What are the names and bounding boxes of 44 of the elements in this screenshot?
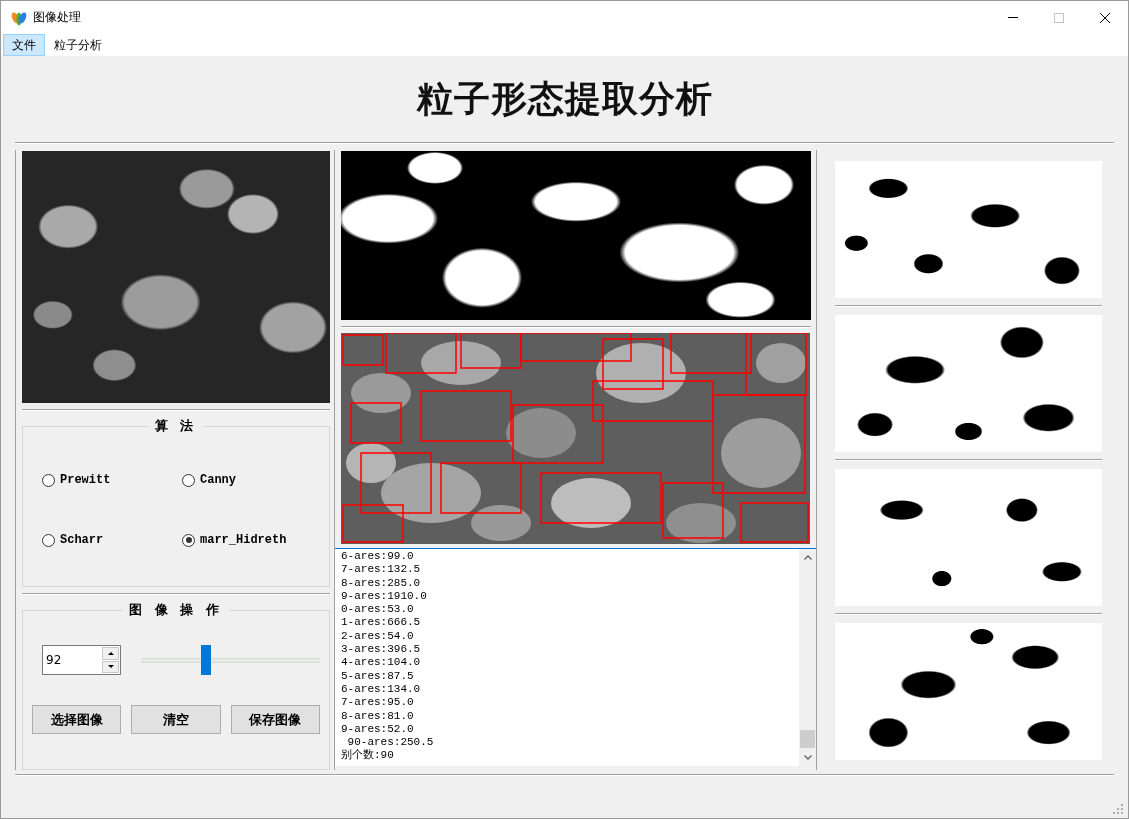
resize-grip-icon[interactable] [1112,803,1124,815]
action-button[interactable]: 保存图像 [230,705,320,734]
log-line: 0-ares:53.0 [341,603,414,617]
log-line: 1-ares:666.5 [341,616,421,630]
petals-icon [11,9,27,26]
log-line: 7-ares:132.5 [341,563,421,577]
spin-up-button[interactable] [102,647,120,660]
spin-box[interactable]: 92 [42,645,122,675]
action-button[interactable]: 清空 [131,705,221,734]
log-line: 4-ares:104.0 [341,656,421,670]
log-line: 6-ares:99.0 [341,550,414,564]
menu-item[interactable]: 文件 [3,34,45,56]
action-button[interactable]: 选择图像 [32,705,122,734]
log-line: 5-ares:87.5 [341,669,414,683]
up-caret-icon [107,651,114,655]
log-line: 8-ares:81.0 [341,709,414,723]
page-heading: 粒子形态提取分析 [416,75,713,121]
log-line: 9-ares:1910.0 [341,589,427,604]
group-title: 图 像 操 作 [128,601,224,619]
up-chevron-icon [803,555,812,560]
close-icon [1100,12,1110,23]
algorithm-option[interactable]: Scharr [42,533,104,547]
minimize-icon [1008,17,1018,18]
down-caret-icon [107,665,114,669]
scrollbar-thumb[interactable] [800,730,815,748]
log-line: 90-ares:250.5 [346,736,434,749]
log-line: 6-ares:134.0 [341,682,421,697]
down-chevron-icon [803,755,812,760]
algorithm-option[interactable]: Prewitt [42,473,111,487]
log-line: 7-ares:95.0 [341,696,414,710]
log-line: 别个数:90 [341,749,394,763]
window-title: 图像处理 [33,9,81,26]
log-line: 2-ares:54.0 [341,629,414,644]
group-title: 算 法 [153,417,199,435]
maximize-icon [1054,12,1064,23]
log-line: 3-ares:396.5 [341,643,421,657]
log-line: 9-ares:52.0 [341,722,414,737]
slider-thumb[interactable] [200,645,211,675]
menu-item[interactable]: 粒子分析 [45,34,111,56]
scrollbar-track[interactable] [799,549,816,766]
algorithm-option[interactable]: Canny [182,473,236,487]
spin-down-button[interactable] [102,660,120,673]
log-line: 8-ares:285.0 [341,576,421,590]
algorithm-option[interactable]: marr_Hidreth [182,533,287,547]
